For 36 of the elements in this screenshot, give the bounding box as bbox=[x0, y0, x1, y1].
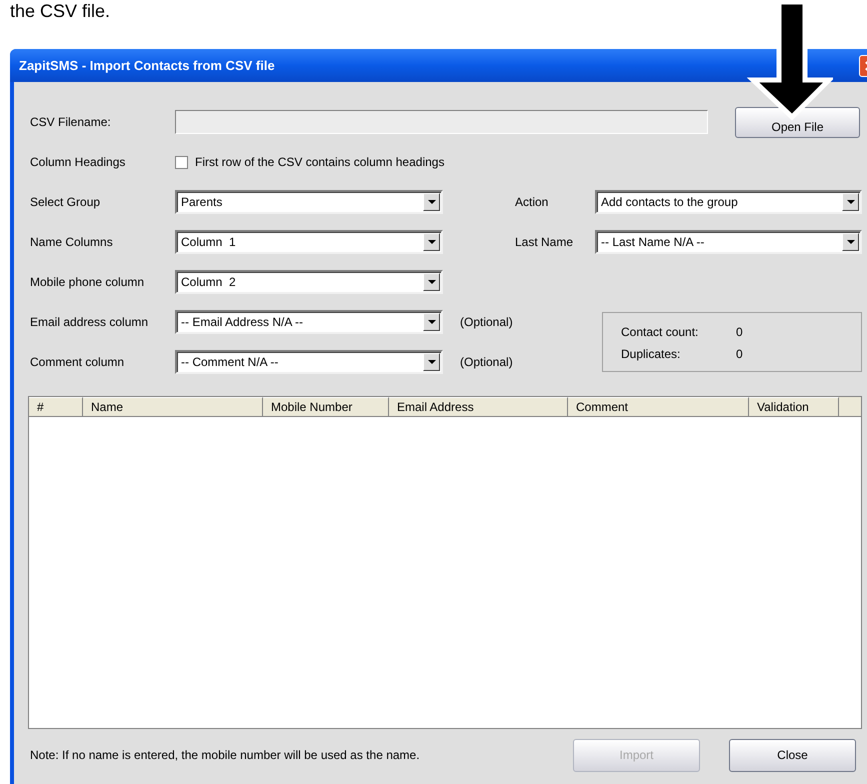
column-header[interactable]: # bbox=[29, 397, 83, 417]
dialog-button[interactable]: Close bbox=[729, 738, 856, 772]
stat-label: Contact count: bbox=[621, 324, 700, 341]
caption-text: the CSV file. bbox=[9, 0, 112, 22]
dropdown[interactable]: Add contacts to the group bbox=[595, 190, 862, 214]
stat-value: 0 bbox=[736, 346, 743, 363]
column-header[interactable]: Comment bbox=[568, 397, 749, 417]
field-label: Action bbox=[514, 194, 550, 211]
stat-value: 0 bbox=[736, 324, 743, 341]
field-label: CSV Filename: bbox=[29, 114, 112, 131]
field-label: Email address column bbox=[29, 314, 150, 331]
dropdown[interactable]: -- Last Name N/A -- bbox=[595, 230, 862, 254]
column-header[interactable]: Email Address bbox=[389, 397, 568, 417]
optional-hint: (Optional) bbox=[460, 354, 513, 371]
field-label: Column Headings bbox=[29, 154, 126, 171]
column-header[interactable]: Mobile Number bbox=[263, 397, 389, 417]
field-label: Select Group bbox=[29, 194, 102, 211]
window-title: ZapitSMS - Import Contacts from CSV file bbox=[19, 56, 276, 75]
filename-field[interactable] bbox=[175, 110, 708, 134]
column-header[interactable]: Validation bbox=[749, 397, 839, 417]
dropdown[interactable]: -- Comment N/A -- bbox=[175, 350, 443, 374]
field-label: Name Columns bbox=[29, 234, 114, 251]
checkbox[interactable] bbox=[175, 156, 188, 168]
optional-hint: (Optional) bbox=[460, 314, 513, 331]
dropdown[interactable]: Column 2 bbox=[175, 270, 443, 294]
open-file-button[interactable]: Open File bbox=[735, 106, 860, 138]
column-header[interactable]: Name bbox=[83, 397, 263, 417]
field-label: Mobile phone column bbox=[29, 274, 146, 291]
note-text: Note: If no name is entered, the mobile number will be used as the name. bbox=[29, 747, 421, 764]
dropdown[interactable]: Column 1 bbox=[175, 230, 443, 254]
dropdown[interactable]: -- Email Address N/A -- bbox=[175, 310, 443, 334]
dropdown[interactable]: Parents bbox=[175, 190, 443, 214]
field-label: Comment column bbox=[29, 354, 126, 371]
checkbox-label: First row of the CSV contains column headings bbox=[195, 154, 444, 171]
field-label: Last Name bbox=[514, 234, 574, 251]
stat-label: Duplicates: bbox=[621, 346, 682, 363]
